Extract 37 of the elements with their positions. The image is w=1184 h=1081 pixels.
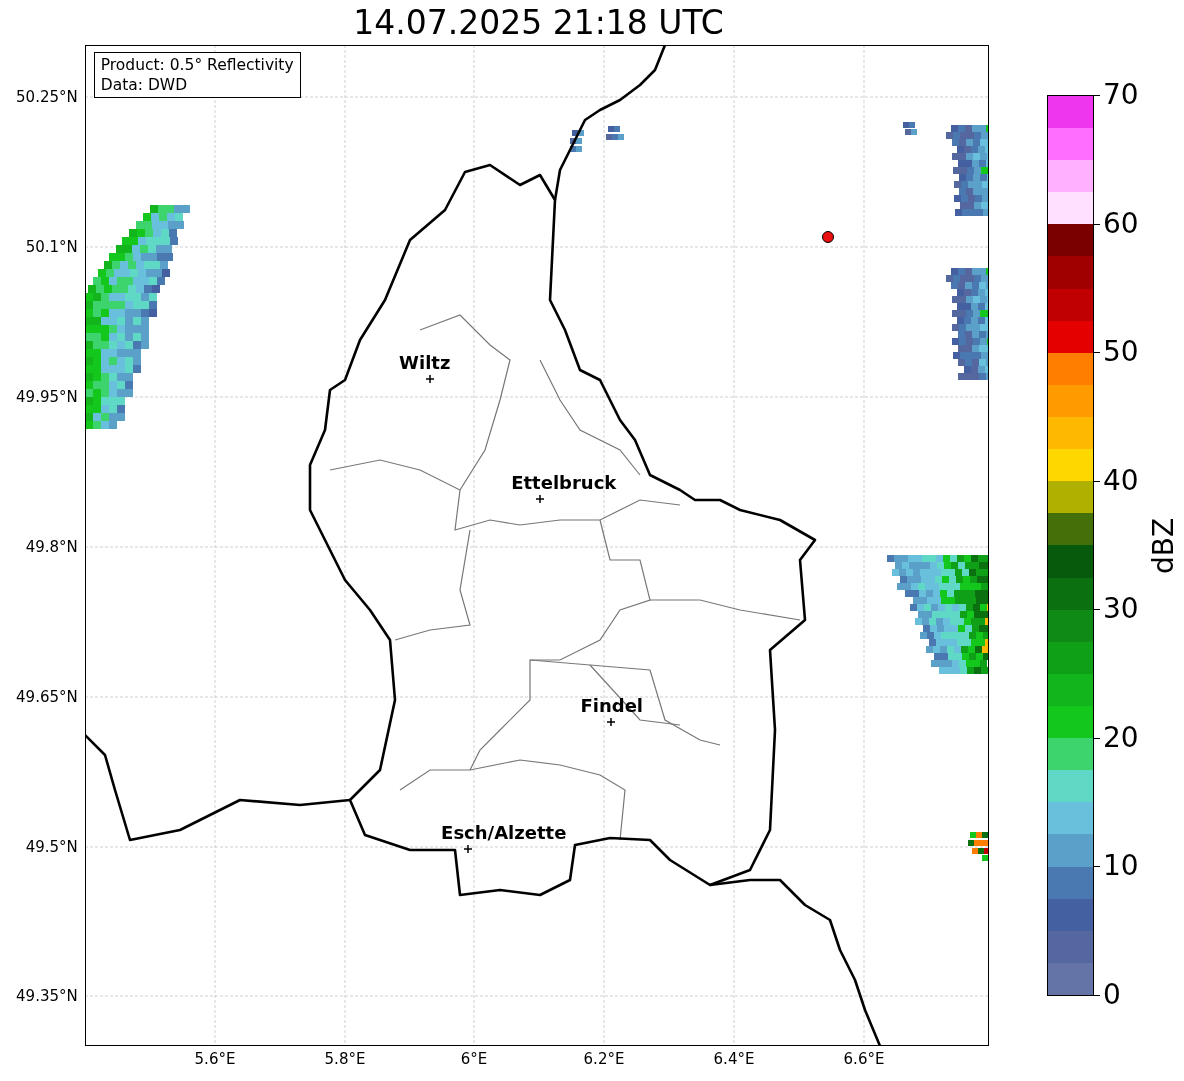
x-tick-label: 6°E (460, 1052, 488, 1067)
x-tick-label: 6.6°E (843, 1052, 885, 1067)
y-tick-label: 49.65°N (16, 689, 78, 705)
radar-echo (967, 832, 988, 861)
place-label: Esch/Alzette (441, 824, 567, 842)
x-tick-label: 6.2°E (583, 1052, 625, 1067)
y-tick-label: 49.35°N (16, 988, 78, 1004)
colorbar-tick-label: 40 (1103, 466, 1139, 495)
x-tick-label: 6.4°E (713, 1052, 755, 1067)
colorbar-tick-label: 10 (1103, 852, 1139, 881)
info-text: Data: DWD (100, 75, 189, 95)
y-tick-label: 49.95°N (16, 389, 78, 405)
place-label: Findel (580, 697, 643, 715)
y-tick-label: 50.1°N (25, 239, 78, 255)
y-tick-label: 50.25°N (16, 89, 78, 105)
colorbar-tick-label: 60 (1103, 209, 1139, 238)
colorbar-tick-label: 0 (1103, 981, 1121, 1009)
place-marker-icon (606, 718, 615, 726)
colorbar-tick-label: 50 (1103, 338, 1139, 367)
radar-echo (569, 126, 624, 152)
place-marker-icon (425, 375, 434, 383)
colorbar-tick-label: 70 (1103, 81, 1139, 109)
site-marker (821, 231, 834, 243)
info-text: Product: 0.5° Reflectivity (100, 55, 294, 75)
place-label: Ettelbruck (511, 474, 617, 492)
place-marker-icon (463, 845, 472, 853)
x-tick-label: 5.6°E (194, 1052, 236, 1067)
y-tick-label: 49.5°N (25, 839, 78, 855)
colorbar-tick-label: 30 (1103, 595, 1139, 624)
x-tick-label: 5.8°E (324, 1052, 366, 1067)
colorbar-tick-label: 20 (1103, 723, 1139, 752)
place-marker-icon (535, 495, 544, 503)
colorbar-label: dBZ (1150, 517, 1178, 574)
radar-echo (902, 122, 917, 135)
y-tick-label: 49.8°N (25, 539, 78, 555)
chart-title: 14.07.2025 21:18 UTC (353, 6, 724, 39)
place-label: Wiltz (399, 354, 451, 372)
